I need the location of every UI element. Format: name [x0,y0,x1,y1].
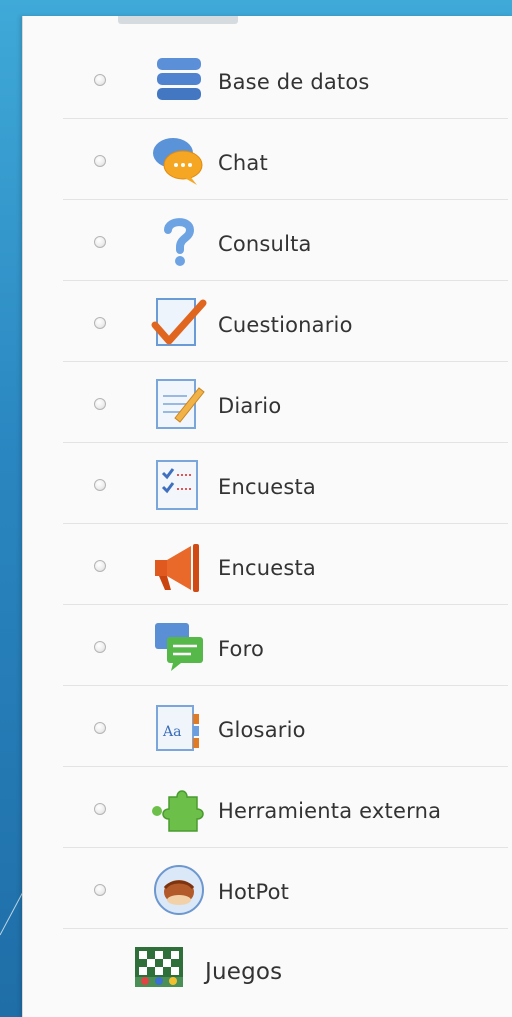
activity-option-feedback[interactable]: Encuesta [63,524,508,605]
activity-option-external-tool[interactable]: Herramienta externa [63,767,508,848]
activity-option-database[interactable]: Base de datos [63,38,508,119]
activity-option-choice[interactable]: Consulta [63,200,508,281]
activity-label: HotPot [218,880,290,904]
radio-button[interactable] [94,803,106,815]
radio-button[interactable] [94,641,106,653]
activity-label: Base de datos [218,70,370,94]
radio-button[interactable] [94,74,106,86]
database-icon [157,58,201,100]
journal-icon [156,379,205,429]
activity-option-forum[interactable]: Foro [63,605,508,686]
radio-button[interactable] [94,398,106,410]
activity-option-games[interactable]: Juegos [63,929,508,1010]
feedback-megaphone-icon [155,544,199,592]
quiz-icon [151,298,207,346]
radio-button[interactable] [94,155,106,167]
activity-option-survey[interactable]: Encuesta [63,443,508,524]
activity-label: Consulta [218,232,312,256]
activity-label: Juegos [205,959,283,985]
activity-chooser-panel: Base de datos Chat Consulta Cuestionario [22,16,512,1017]
radio-button[interactable] [94,884,106,896]
svg-text:Aa: Aa [162,724,181,740]
activity-option-glossary[interactable]: Aa Glosario [63,686,508,767]
activity-label: Diario [218,394,282,418]
activity-option-chat[interactable]: Chat [63,119,508,200]
activity-label: Encuesta [218,556,316,580]
activity-option-hotpot[interactable]: HotPot [63,848,508,929]
activity-label: Herramienta externa [218,799,442,823]
chat-icon [153,138,203,185]
games-icon [135,947,183,987]
question-icon [164,218,195,266]
survey-icon [156,460,198,510]
activity-option-quiz[interactable]: Cuestionario [63,281,508,362]
activity-option-journal[interactable]: Diario [63,362,508,443]
activity-label: Foro [218,637,264,661]
forum-icon [155,623,203,671]
previous-item-fragment [118,16,238,24]
activity-label: Chat [218,151,268,175]
activity-label: Glosario [218,718,306,742]
activity-label: Encuesta [218,475,316,499]
puzzle-icon [152,790,204,832]
radio-button[interactable] [94,560,106,572]
activity-label: Cuestionario [218,313,353,337]
radio-button[interactable] [94,479,106,491]
radio-button[interactable] [94,722,106,734]
radio-button[interactable] [94,236,106,248]
radio-button[interactable] [94,317,106,329]
glossary-icon: Aa [156,705,199,751]
hotpot-icon [154,865,204,915]
